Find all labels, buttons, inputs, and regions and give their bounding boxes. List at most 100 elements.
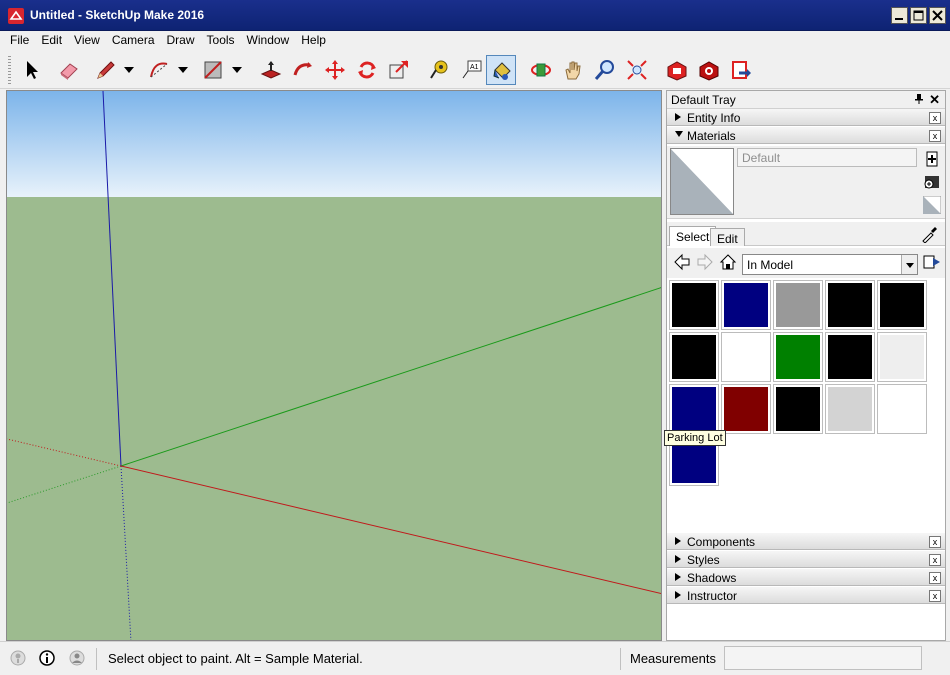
maximize-button[interactable] bbox=[910, 7, 927, 24]
get-models-tool-button[interactable] bbox=[662, 55, 692, 85]
menu-file[interactable]: File bbox=[4, 31, 35, 51]
move-tool-button[interactable] bbox=[320, 55, 350, 85]
panel-components[interactable]: Components x bbox=[667, 533, 945, 550]
model-viewport[interactable] bbox=[6, 90, 662, 641]
panel-close-icon[interactable]: x bbox=[929, 112, 941, 124]
tray-close-icon[interactable]: ✕ bbox=[929, 93, 940, 106]
send-to-layout-tool-button[interactable] bbox=[726, 55, 756, 85]
maximize-icon bbox=[913, 10, 924, 21]
panel-close-icon[interactable]: x bbox=[929, 554, 941, 566]
scale-icon bbox=[389, 60, 408, 79]
panel-label: Instructor bbox=[687, 589, 738, 603]
material-swatch[interactable] bbox=[773, 280, 823, 330]
toolbar-grip[interactable] bbox=[8, 56, 11, 84]
panel-close-icon[interactable]: x bbox=[929, 130, 941, 142]
panel-close-icon[interactable]: x bbox=[929, 572, 941, 584]
window-title: Untitled - SketchUp Make 2016 bbox=[30, 8, 205, 22]
menu-edit[interactable]: Edit bbox=[35, 31, 68, 51]
panel-shadows[interactable]: Shadows x bbox=[667, 569, 945, 586]
panel-close-icon[interactable]: x bbox=[929, 536, 941, 548]
arc-tool-button[interactable] bbox=[144, 55, 174, 85]
scale-tool-button[interactable] bbox=[384, 55, 414, 85]
pencil-tool-button[interactable] bbox=[90, 55, 120, 85]
select-arrow[interactable] bbox=[901, 255, 917, 274]
current-material-swatch[interactable] bbox=[670, 148, 734, 215]
extension-warehouse-tool-button[interactable] bbox=[694, 55, 724, 85]
details-arrow-icon[interactable] bbox=[923, 253, 941, 271]
zoom-extents-icon bbox=[627, 60, 647, 80]
default-material-preview bbox=[671, 149, 733, 214]
main-toolbar: A1 bbox=[0, 51, 950, 89]
svg-text:A1: A1 bbox=[470, 64, 479, 71]
geo-location-icon[interactable] bbox=[10, 650, 26, 666]
pencil-dropdown[interactable] bbox=[122, 55, 136, 85]
panel-materials[interactable]: Materials x bbox=[667, 127, 945, 144]
material-swatch[interactable] bbox=[877, 332, 927, 382]
panel-entity-info[interactable]: Entity Info x bbox=[667, 109, 945, 126]
text-tool-button[interactable]: A1 bbox=[456, 55, 486, 85]
menu-help[interactable]: Help bbox=[295, 31, 332, 51]
material-swatch[interactable] bbox=[825, 384, 875, 434]
library-select[interactable]: In Model bbox=[742, 254, 918, 275]
follow-me-tool-button[interactable] bbox=[288, 55, 318, 85]
panel-instructor[interactable]: Instructor x bbox=[667, 587, 945, 604]
tape-measure-tool-button[interactable] bbox=[424, 55, 454, 85]
push-pull-tool-button[interactable] bbox=[256, 55, 286, 85]
arc-icon bbox=[150, 62, 168, 78]
arc-dropdown[interactable] bbox=[176, 55, 190, 85]
create-material-icon[interactable] bbox=[923, 150, 941, 168]
rectangle-tool-button[interactable] bbox=[198, 55, 228, 85]
material-swatch[interactable] bbox=[773, 384, 823, 434]
menu-window[interactable]: Window bbox=[241, 31, 296, 51]
material-swatch[interactable] bbox=[669, 332, 719, 382]
material-swatch[interactable] bbox=[721, 384, 771, 434]
measurements-label: Measurements bbox=[630, 651, 716, 666]
zoom-tool-button[interactable] bbox=[590, 55, 620, 85]
rotate-tool-button[interactable] bbox=[352, 55, 382, 85]
close-window-button[interactable] bbox=[929, 7, 946, 24]
tray-title: Default Tray bbox=[671, 93, 736, 107]
x-axis-positive bbox=[120, 465, 661, 595]
pan-tool-button[interactable] bbox=[558, 55, 588, 85]
panel-styles[interactable]: Styles x bbox=[667, 551, 945, 568]
pin-icon[interactable] bbox=[913, 93, 925, 105]
close-icon bbox=[932, 10, 943, 21]
credits-info-icon[interactable] bbox=[39, 650, 55, 666]
menu-draw[interactable]: Draw bbox=[161, 31, 201, 51]
sample-paint-dropper-icon[interactable] bbox=[921, 225, 939, 243]
material-swatch[interactable] bbox=[669, 280, 719, 330]
back-arrow-icon[interactable] bbox=[673, 253, 691, 271]
default-material-icon[interactable] bbox=[923, 172, 941, 190]
shapes-dropdown[interactable] bbox=[230, 55, 244, 85]
panel-close-icon[interactable]: x bbox=[929, 590, 941, 602]
menu-camera[interactable]: Camera bbox=[106, 31, 161, 51]
zoom-extents-tool-button[interactable] bbox=[622, 55, 652, 85]
swatch-color bbox=[828, 283, 872, 327]
menu-view[interactable]: View bbox=[68, 31, 106, 51]
material-swatch[interactable] bbox=[825, 332, 875, 382]
material-swatch[interactable] bbox=[825, 280, 875, 330]
tab-edit[interactable]: Edit bbox=[710, 228, 745, 246]
orbit-icon bbox=[531, 63, 551, 77]
minimize-button[interactable] bbox=[891, 7, 908, 24]
menu-tools[interactable]: Tools bbox=[201, 31, 241, 51]
paint-default-icon[interactable] bbox=[923, 196, 941, 214]
sign-in-user-icon[interactable] bbox=[69, 650, 85, 666]
axes-overlay bbox=[7, 91, 661, 640]
paint-bucket-tool-button[interactable] bbox=[486, 55, 516, 85]
material-swatch[interactable] bbox=[877, 280, 927, 330]
material-swatch[interactable] bbox=[721, 332, 771, 382]
material-name-field[interactable]: Default bbox=[737, 148, 917, 167]
material-swatch[interactable] bbox=[773, 332, 823, 382]
home-icon[interactable] bbox=[719, 253, 737, 271]
eraser-tool-button[interactable] bbox=[54, 55, 84, 85]
follow-me-icon bbox=[293, 62, 312, 76]
select-tool-button[interactable] bbox=[16, 55, 46, 85]
forward-arrow-icon[interactable] bbox=[696, 253, 714, 271]
material-swatch[interactable] bbox=[669, 384, 719, 434]
material-swatch[interactable] bbox=[877, 384, 927, 434]
panel-label: Entity Info bbox=[687, 111, 741, 125]
measurements-input[interactable] bbox=[724, 646, 922, 670]
material-swatch[interactable] bbox=[721, 280, 771, 330]
orbit-tool-button[interactable] bbox=[526, 55, 556, 85]
